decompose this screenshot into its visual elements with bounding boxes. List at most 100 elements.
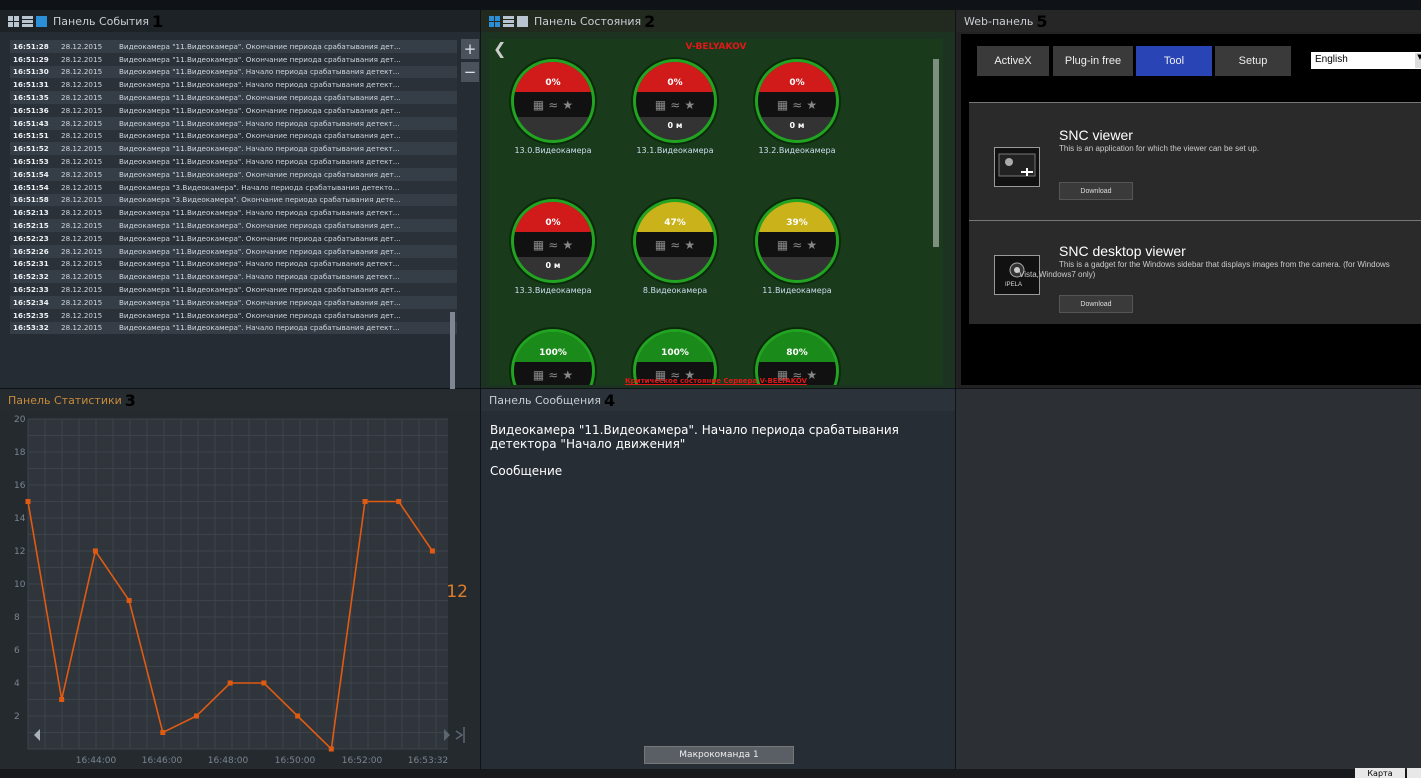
camera-status: 0 м [758, 117, 836, 140]
event-time: 16:51:58 [13, 195, 49, 205]
y-tick-label: 14 [14, 514, 26, 524]
event-row[interactable]: 16:53:32 28.12.2015 Видеокамера "11.Видеок… [10, 321, 457, 335]
camera-load: 39% [758, 202, 836, 232]
event-date: 28.12.2015 [61, 67, 103, 77]
camera-load: 47% [636, 202, 714, 232]
tab-setup[interactable]: Setup [1215, 46, 1291, 76]
y-tick-label: 2 [14, 712, 20, 722]
language-dropdown-icon[interactable]: ▼ [1415, 53, 1421, 68]
event-row[interactable]: 16:52:23 28.12.2015 Видеокамера "11.Видеок… [10, 231, 457, 245]
x-tick-label: 16:44:00 [76, 756, 117, 766]
camera-status-card[interactable]: 0% ▦ ≈ ★ 0 м 13.2.Видеокамера [751, 59, 843, 171]
camera-load: 0% [636, 62, 714, 92]
panel-view-icon[interactable] [36, 15, 48, 27]
event-row[interactable]: 16:51:58 28.12.2015 Видеокамера "3.Видеока… [10, 193, 457, 207]
event-date: 28.12.2015 [61, 297, 103, 307]
zoom-in-button[interactable]: + [461, 39, 479, 59]
event-row[interactable]: 16:52:35 28.12.2015 Видеокамера "11.Видеок… [10, 308, 457, 322]
event-row[interactable]: 16:51:28 28.12.2015 Видеокамера "11.Видеок… [10, 40, 457, 53]
detector-icon: ▦ [654, 97, 667, 112]
event-row[interactable]: 16:51:35 28.12.2015 Видеокамера "11.Видеок… [10, 91, 457, 104]
event-row[interactable]: 16:51:52 28.12.2015 Видеокамера "11.Видеок… [10, 142, 457, 156]
camera-status-card[interactable]: 47% ▦ ≈ ★ 8.Видеокамера [629, 199, 721, 311]
grid-view-icon[interactable] [8, 15, 20, 27]
zoom-out-button[interactable]: − [461, 62, 479, 82]
event-row[interactable]: 16:52:31 28.12.2015 Видеокамера "11.Видеок… [10, 257, 457, 271]
event-date: 28.12.2015 [61, 233, 103, 243]
tab-tool[interactable]: Tool [1136, 46, 1212, 76]
snc-viewer-download-button[interactable]: Download [1059, 182, 1133, 200]
event-row[interactable]: 16:51:43 28.12.2015 Видеокамера "11.Видеок… [10, 116, 457, 130]
events-scrollbar[interactable] [450, 312, 455, 390]
snc-desktop-viewer-download-button[interactable]: Download [1059, 295, 1133, 313]
y-tick-label: 12 [14, 547, 25, 557]
snc-desktop-viewer-description: This is a gadget for the Windows sidebar… [1059, 260, 1390, 269]
event-time: 16:52:26 [13, 246, 49, 256]
event-date: 28.12.2015 [61, 105, 103, 115]
camera-gauge: 0% ▦ ≈ ★ [511, 59, 595, 143]
tab-activex[interactable]: ActiveX [977, 46, 1049, 76]
event-time: 16:51:51 [13, 131, 49, 141]
list-view-icon[interactable] [503, 15, 515, 27]
wave-icon: ≈ [670, 97, 681, 112]
macro-button[interactable]: Макрокоманда 1 [644, 746, 794, 764]
event-time: 16:51:54 [13, 169, 49, 179]
event-time: 16:51:36 [13, 105, 49, 115]
camera-status: 0 м [514, 257, 592, 280]
event-row[interactable]: 16:51:51 28.12.2015 Видеокамера "11.Видеок… [10, 129, 457, 143]
panel-view-icon[interactable] [517, 15, 529, 27]
event-row[interactable]: 16:51:53 28.12.2015 Видеокамера "11.Видеок… [10, 155, 457, 168]
event-row[interactable]: 16:52:13 28.12.2015 Видеокамера "11.Видеок… [10, 206, 457, 220]
language-select[interactable]: English [1311, 52, 1421, 69]
status-panel-number: 2 [644, 11, 656, 31]
event-row[interactable]: 16:52:26 28.12.2015 Видеокамера "11.Видеок… [10, 244, 457, 258]
camera-name: 13.1.Видеокамера [636, 146, 714, 155]
event-row[interactable]: 16:52:32 28.12.2015 Видеокамера "11.Видеок… [10, 270, 457, 284]
camera-status-card[interactable]: 0% ▦ ≈ ★ 0 м 13.1.Видеокамера [629, 59, 721, 171]
event-row[interactable]: 16:52:33 28.12.2015 Видеокамера "11.Видеок… [10, 283, 457, 296]
status-grid: ❮ V-BELYAKOV 0% ▦ ≈ ★ 13.0.Видеокамера 0% ▦ ≈ ★ 0… [489, 39, 943, 385]
events-list[interactable]: 16:51:28 28.12.2015 Видеокамера "11.Видеок… [10, 40, 457, 394]
event-time: 16:52:35 [13, 310, 49, 320]
camera-gauge: 0% ▦ ≈ ★ 0 м [511, 199, 595, 283]
list-view-icon[interactable] [22, 15, 34, 27]
event-time: 16:51:53 [13, 157, 49, 167]
chart-point [261, 680, 267, 686]
camera-status-card[interactable]: 0% ▦ ≈ ★ 0 м 13.3.Видеокамера [507, 199, 599, 311]
map-button[interactable]: Карта [1355, 768, 1405, 778]
camera-status-card[interactable]: 0% ▦ ≈ ★ 13.0.Видеокамера [507, 59, 599, 171]
event-time: 16:52:13 [13, 208, 49, 218]
event-row[interactable]: 16:51:30 28.12.2015 Видеокамера "11.Видеок… [10, 65, 457, 79]
tab-plugin-free[interactable]: Plug-in free [1053, 46, 1133, 76]
y-tick-label: 18 [14, 448, 26, 458]
chart-scroll-end-icon[interactable] [455, 727, 465, 743]
event-msg: Видеокамера "11.Видеокамера". Окончание … [119, 169, 401, 179]
event-date: 28.12.2015 [61, 246, 103, 256]
y-tick-label: 20 [14, 415, 26, 425]
event-row[interactable]: 16:51:54 28.12.2015 Видеокамера "3.Видеока… [10, 180, 457, 194]
map-extra-button[interactable] [1407, 768, 1421, 778]
camera-load: 80% [758, 332, 836, 362]
server-critical-status[interactable]: Критическое состояние Сервера V-BELYAKOV [489, 377, 943, 385]
camera-status-card[interactable]: 39% ▦ ≈ ★ 11.Видеокамера [751, 199, 843, 311]
event-row[interactable]: 16:52:15 28.12.2015 Видеокамера "11.Видеок… [10, 219, 457, 232]
event-row[interactable]: 16:51:31 28.12.2015 Видеокамера "11.Видеок… [10, 78, 457, 92]
camera-name: 13.3.Видеокамера [514, 286, 592, 295]
y-tick-label: 4 [14, 679, 20, 689]
event-row[interactable]: 16:51:36 28.12.2015 Видеокамера "11.Видеок… [10, 103, 457, 117]
stats-chart[interactable]: 2 4 6 8 10 12 14 16 18 20 16:44:00 16:46:00 16:48:00… [0, 411, 480, 769]
event-date: 28.12.2015 [61, 54, 103, 64]
event-row[interactable]: 16:51:54 28.12.2015 Видеокамера "11.Видеок… [10, 167, 457, 181]
event-row[interactable]: 16:52:34 28.12.2015 Видеокамера "11.Видеок… [10, 295, 457, 309]
stats-panel-number: 3 [124, 390, 136, 410]
status-scrollbar[interactable] [933, 59, 939, 247]
snc-desktop-viewer-description-2: Vista,Windows7 only) [1019, 270, 1096, 279]
event-time: 16:53:32 [13, 323, 49, 333]
event-row[interactable]: 16:51:29 28.12.2015 Видеокамера "11.Видеок… [10, 52, 457, 66]
events-panel-number: 1 [152, 11, 164, 31]
event-date: 28.12.2015 [61, 221, 103, 231]
grid-view-icon[interactable] [489, 15, 501, 27]
camera-status: 0 м [636, 117, 714, 140]
event-msg: Видеокамера "11.Видеокамера". Окончание … [119, 131, 401, 141]
camera-load: 100% [636, 332, 714, 362]
